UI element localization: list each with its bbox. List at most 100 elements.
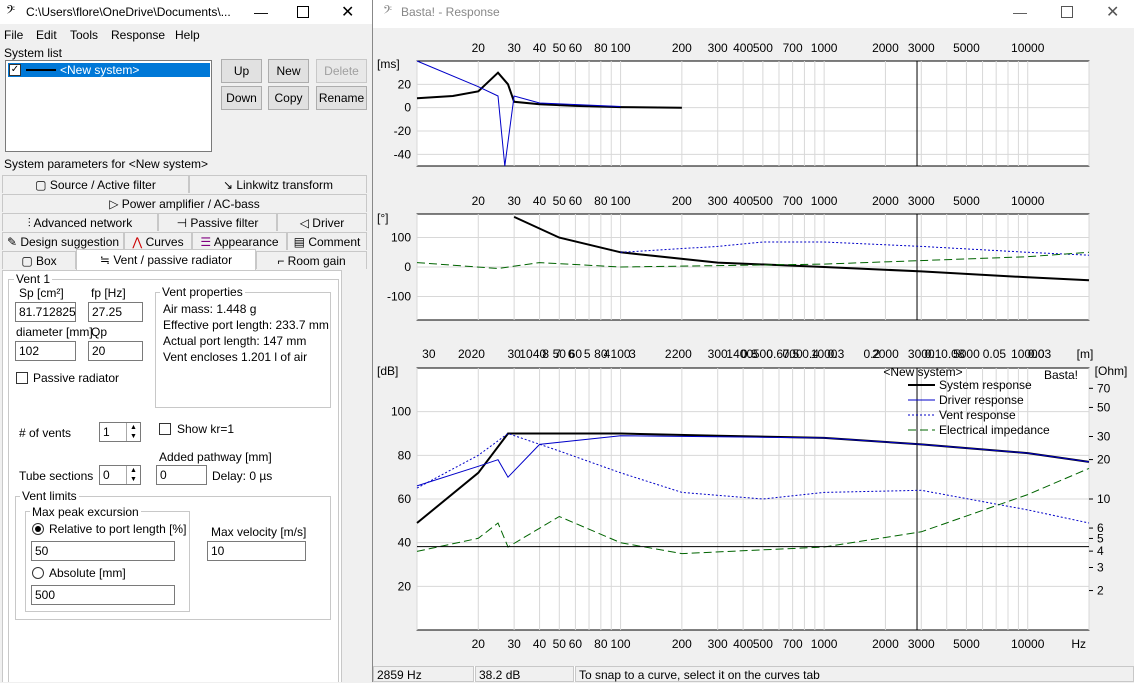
freq-tick-bottom: 1000 [811,637,838,651]
freq-tick-bottom: 400 [733,637,753,651]
response-minimize-icon[interactable]: — [1013,4,1027,20]
tab-vent[interactable]: ≒ Vent / passive radiator [76,249,256,270]
status-hint: To snap to a curve, select it on the cur… [575,666,1134,682]
response-title-bar: 𝄢 Basta! - Response — ✕ [373,0,1134,24]
wavelength-tick: 3 [629,347,636,361]
freq-tick: 300 [708,194,728,208]
status-level: 38.2 dB [475,666,574,682]
y-tick: -20 [394,124,412,138]
freq-tick: 20 [472,194,486,208]
vent-limits-label: Vent limits [20,489,79,503]
left-scrollbar[interactable] [343,270,369,682]
wavelength-tick: 0.4 [802,347,819,361]
up-button[interactable]: Up [221,59,262,83]
y-tick: -40 [394,147,412,161]
freq-tick-bottom: 30 [507,637,521,651]
y-tick: 40 [398,536,412,550]
passive-radiator-label: Passive radiator [33,371,120,385]
wavelength-tick: 5 [584,347,591,361]
tab-design[interactable]: ✎ Design suggestion [2,232,124,250]
system-list[interactable]: ✓ <New system> [5,60,212,152]
tab-linkwitz[interactable]: ↘ Linkwitz transform [189,175,367,193]
copy-button[interactable]: Copy [268,86,309,110]
system-list-item[interactable]: ✓ <New system> [8,63,210,77]
freq-tick-bottom: 200 [672,637,692,651]
tab-comment[interactable]: ▤ Comment [287,232,367,250]
system-checkbox[interactable]: ✓ [9,64,21,76]
new-button[interactable]: New [268,59,309,83]
qp-input[interactable]: 20 [88,341,143,361]
freq-tick: 500 [753,194,773,208]
response-close-icon[interactable]: ✕ [1106,2,1119,22]
down-button[interactable]: Down [221,86,262,110]
y-tick: 100 [391,231,411,245]
wavelength-tick: 0.8 [741,347,758,361]
rename-button[interactable]: Rename [316,86,367,110]
freq-tick: 10000 [1011,41,1045,55]
freq-tick: 2000 [872,41,899,55]
absolute-radio[interactable] [32,567,44,579]
freq-tick: 200 [672,194,692,208]
fp-input[interactable]: 27.25 [88,302,143,322]
tab-source[interactable]: ▢ Source / Active filter [2,175,189,193]
tab-driver[interactable]: ◁ Driver [277,213,367,231]
tab-appearance[interactable]: ☰ Appearance [192,232,287,250]
tab-room-gain[interactable]: ⌐ Room gain [256,251,367,269]
restore-icon[interactable] [297,6,309,18]
max-velocity-input[interactable]: 10 [207,541,306,561]
plot-frame-1 [416,60,1090,167]
menu-edit[interactable]: Edit [36,28,57,42]
ohm-unit: [Ohm] [1095,364,1128,378]
tube-sections-spinner[interactable]: ▲ ▼ [126,466,140,484]
menu-file[interactable]: File [4,28,23,42]
system-item-label: <New system> [60,63,140,77]
relative-input[interactable]: 50 [31,541,175,561]
response-window: 𝄢 Basta! - Response — ✕ 20 30 40 50 60 80 100 2… [373,0,1134,682]
absolute-input[interactable]: 500 [31,585,175,605]
minimize-icon[interactable]: — [254,4,268,20]
tab-curves[interactable]: ⋀ Curves [124,232,192,250]
diameter-input[interactable]: 102 [15,341,76,361]
tab-power[interactable]: ▷ Power amplifier / AC-bass [2,194,367,212]
legend-entry: System response [939,378,1032,392]
effective-length: Effective port length: 233.7 mm [163,318,329,332]
menu-response[interactable]: Response [111,28,165,42]
freq-tick: 1000 [811,41,838,55]
tab-passive-filter[interactable]: ⊣ Passive filter [158,213,277,231]
response-plot-area[interactable]: 20 30 40 50 60 80 100 200 300 400 500 700 1000 2000 30… [373,28,1134,666]
tab-network[interactable]: ⫶ Advanced network [2,213,158,231]
freq-tick: 500 [753,41,773,55]
wavelength-tick: 8 [542,347,549,361]
sp-input[interactable]: 81.712825 [15,302,76,322]
freq-tick: 30 [507,194,521,208]
menu-tools[interactable]: Tools [70,28,98,42]
menu-help[interactable]: Help [175,28,200,42]
y-tick: 20 [398,77,412,91]
show-kr-checkbox[interactable] [159,423,171,435]
ohm-tick: 70 [1097,381,1111,395]
tab-box[interactable]: ▢ Box [2,251,76,269]
relative-radio[interactable] [32,523,44,535]
y-tick: -100 [387,289,411,303]
passive-radiator-checkbox[interactable] [16,372,28,384]
wavelength-tick: 2 [665,347,672,361]
added-pathway-input[interactable]: 0 [156,465,207,485]
num-vents-spinner[interactable]: ▲ ▼ [126,423,140,441]
close-icon[interactable]: ✕ [341,2,354,22]
delete-button[interactable]: Delete [316,59,367,83]
show-kr-label: Show kr=1 [177,422,235,436]
response-maximize-icon[interactable] [1061,6,1073,18]
freq-tick: 40 [533,194,547,208]
freq-tick: 60 [569,41,583,55]
response-window-title: Basta! - Response [401,5,500,19]
num-vents-input[interactable]: 1 ▲ ▼ [99,422,141,442]
y-tick: 80 [398,448,412,462]
ohm-tick: 4 [1097,544,1104,558]
ohm-tick: 30 [1097,429,1111,443]
legend-entry: Vent response [939,408,1016,422]
num-vents-label: # of vents [19,426,72,440]
tube-sections-input[interactable]: 0 ▲ ▼ [99,465,141,485]
freq-tick: 400 [733,41,753,55]
qp-label: Qp [91,325,108,339]
response-plots[interactable]: 20 30 40 50 60 80 100 200 300 400 500 700 1000 2000 30… [373,28,1134,666]
